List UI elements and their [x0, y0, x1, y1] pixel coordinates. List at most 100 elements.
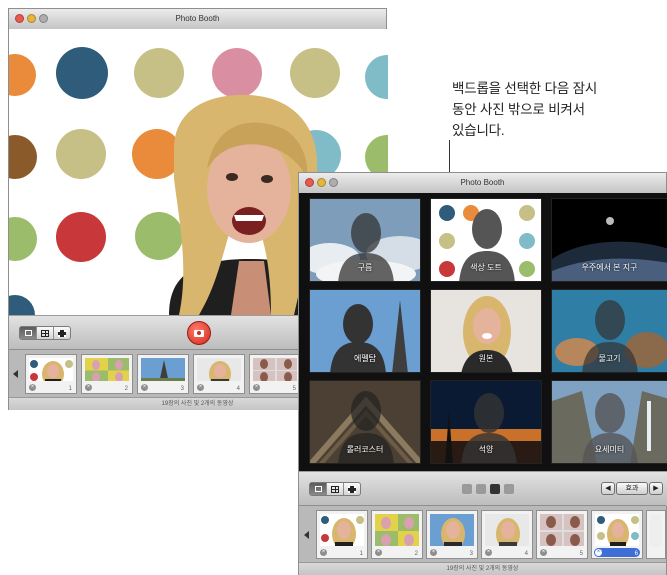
- delete-icon[interactable]: ×: [540, 549, 547, 556]
- movie-mode-button[interactable]: [344, 483, 360, 495]
- thumbnail-number: 2: [124, 386, 128, 392]
- delete-icon[interactable]: ×: [320, 549, 327, 556]
- effect-tile-eiffel-tower[interactable]: 에펠탑: [309, 289, 421, 373]
- close-button[interactable]: [305, 178, 314, 187]
- thumbnail-number: 5: [292, 386, 296, 392]
- delete-icon[interactable]: ×: [29, 384, 36, 391]
- effect-tile-sunset[interactable]: 석양: [430, 380, 542, 464]
- four-up-thumb-icon: [375, 514, 419, 546]
- delete-icon[interactable]: ×: [485, 549, 492, 556]
- single-photo-mode-button[interactable]: [310, 483, 327, 495]
- status-bar: 19장의 사진 및 2개의 동영상: [299, 562, 666, 575]
- callout-line: 있습니다.: [452, 123, 505, 138]
- delete-icon[interactable]: ×: [375, 549, 382, 556]
- effect-tile-yosemite[interactable]: 요세미티: [551, 380, 667, 464]
- eiffel-thumb-icon: [141, 358, 185, 381]
- delete-icon[interactable]: ×: [595, 549, 602, 556]
- effects-grid: 구름 색상 도트 우주에서 본 지구 에펠탑 원본 물고기 롤러코스터 석양 요…: [299, 193, 667, 471]
- portrait-thumb-icon: [197, 358, 241, 381]
- effect-tile-rollercoaster[interactable]: 롤러코스터: [309, 380, 421, 464]
- callout-text: 백드롭을 선택한 다음 잠시 동안 사진 밖으로 비켜서 있습니다.: [452, 78, 664, 141]
- photo-thumbnail[interactable]: × 3: [137, 354, 189, 394]
- photo-thumbnail[interactable]: × 1: [316, 510, 368, 559]
- portrait-thumb-icon: [430, 514, 474, 546]
- photo-thumbnail[interactable]: × 2: [371, 510, 423, 559]
- four-up-mode-button[interactable]: [37, 327, 54, 339]
- effect-tile-clouds[interactable]: 구름: [309, 198, 421, 282]
- delete-icon[interactable]: ×: [197, 384, 204, 391]
- effect-tile-fish[interactable]: 물고기: [551, 289, 667, 373]
- photo-thumbnail-partial[interactable]: [646, 510, 666, 559]
- zoom-button[interactable]: [39, 14, 48, 23]
- window-title: Photo Booth: [460, 178, 505, 187]
- close-button[interactable]: [15, 14, 24, 23]
- movie-mode-button[interactable]: [54, 327, 70, 339]
- arrow-left-icon: ◀: [605, 485, 611, 492]
- zoom-button[interactable]: [329, 178, 338, 187]
- photo-thumbnail[interactable]: × 1: [25, 354, 77, 394]
- portrait-thumb-icon: [485, 514, 529, 546]
- effect-label: 구름: [357, 263, 373, 272]
- callout-line: 동안 사진 밖으로 비켜서: [452, 102, 585, 117]
- effect-label: 원본: [478, 354, 494, 363]
- portrait-thumb-icon: [320, 514, 364, 546]
- effects-page-dot[interactable]: [462, 484, 472, 494]
- single-photo-mode-button[interactable]: [20, 327, 37, 339]
- arrow-right-icon: ▶: [653, 485, 659, 492]
- thumbnail-number: 2: [414, 551, 418, 557]
- previous-effects-button[interactable]: ◀: [601, 482, 615, 495]
- title-bar[interactable]: Photo Booth: [9, 9, 386, 30]
- view-mode-selector[interactable]: [19, 326, 71, 340]
- effects-page-dot[interactable]: [476, 484, 486, 494]
- four-up-thumb-icon: [253, 358, 297, 381]
- minimize-button[interactable]: [27, 14, 36, 23]
- film-icon: [58, 329, 66, 337]
- film-icon: [348, 485, 356, 493]
- four-up-thumb-icon: [540, 514, 584, 546]
- minimize-button[interactable]: [317, 178, 326, 187]
- delete-icon[interactable]: ×: [85, 384, 92, 391]
- title-bar[interactable]: Photo Booth: [299, 173, 666, 194]
- photo-thumbnail[interactable]: × 4: [193, 354, 245, 394]
- take-photo-button[interactable]: [187, 321, 211, 345]
- thumbnail-number: 6: [634, 551, 638, 557]
- grid-icon: [331, 485, 339, 493]
- photo-thumbnail[interactable]: × 4: [481, 510, 533, 559]
- effect-label: 우주에서 본 지구: [581, 263, 638, 272]
- effect-tile-earth-from-space[interactable]: 우주에서 본 지구: [551, 198, 667, 282]
- photo-thumbnail[interactable]: × 5: [536, 510, 588, 559]
- effect-label: 요세미티: [594, 445, 625, 454]
- photo-thumbnail-selected[interactable]: × 6: [591, 510, 643, 559]
- photo-thumbnail[interactable]: × 3: [426, 510, 478, 559]
- effect-label: 물고기: [598, 354, 621, 363]
- thumbnail-number: 1: [359, 551, 363, 557]
- window-title: Photo Booth: [175, 14, 220, 23]
- next-effects-button[interactable]: ▶: [649, 482, 663, 495]
- delete-icon[interactable]: ×: [430, 549, 437, 556]
- effect-label: 석양: [478, 445, 494, 454]
- photo-thumbnail[interactable]: × 5: [249, 354, 301, 394]
- effect-label: 에펠탑: [353, 354, 377, 363]
- effect-tile-color-dots[interactable]: 색상 도트: [430, 198, 542, 282]
- delete-icon[interactable]: ×: [253, 384, 260, 391]
- photo-booth-window-effects: Photo Booth 구름 색상 도트 우주에서 본 지구 에펠탑 원본 물고…: [298, 172, 667, 575]
- view-mode-selector[interactable]: [309, 482, 361, 496]
- scroll-left-arrow-icon[interactable]: [13, 370, 18, 378]
- effects-page-dot[interactable]: [504, 484, 514, 494]
- effect-label: 롤러코스터: [346, 445, 384, 454]
- thumbnail-number: 4: [236, 386, 240, 392]
- effects-button[interactable]: 효과: [616, 482, 648, 495]
- photo-thumbnail[interactable]: × 2: [81, 354, 133, 394]
- effects-page-dot-active[interactable]: [490, 484, 500, 494]
- portrait-thumb-icon: [29, 358, 73, 381]
- four-up-mode-button[interactable]: [327, 483, 344, 495]
- single-photo-icon: [314, 486, 322, 492]
- delete-icon[interactable]: ×: [141, 384, 148, 391]
- grid-icon: [41, 329, 49, 337]
- callout-line: 백드롭을 선택한 다음 잠시: [452, 81, 598, 96]
- photo-tray: × 1 × 2 × 3 × 4 ×: [299, 505, 666, 563]
- camera-icon: [194, 329, 204, 337]
- thumbnail-number: 5: [579, 551, 583, 557]
- effect-tile-original[interactable]: 원본: [430, 289, 542, 373]
- scroll-left-arrow-icon[interactable]: [304, 530, 309, 539]
